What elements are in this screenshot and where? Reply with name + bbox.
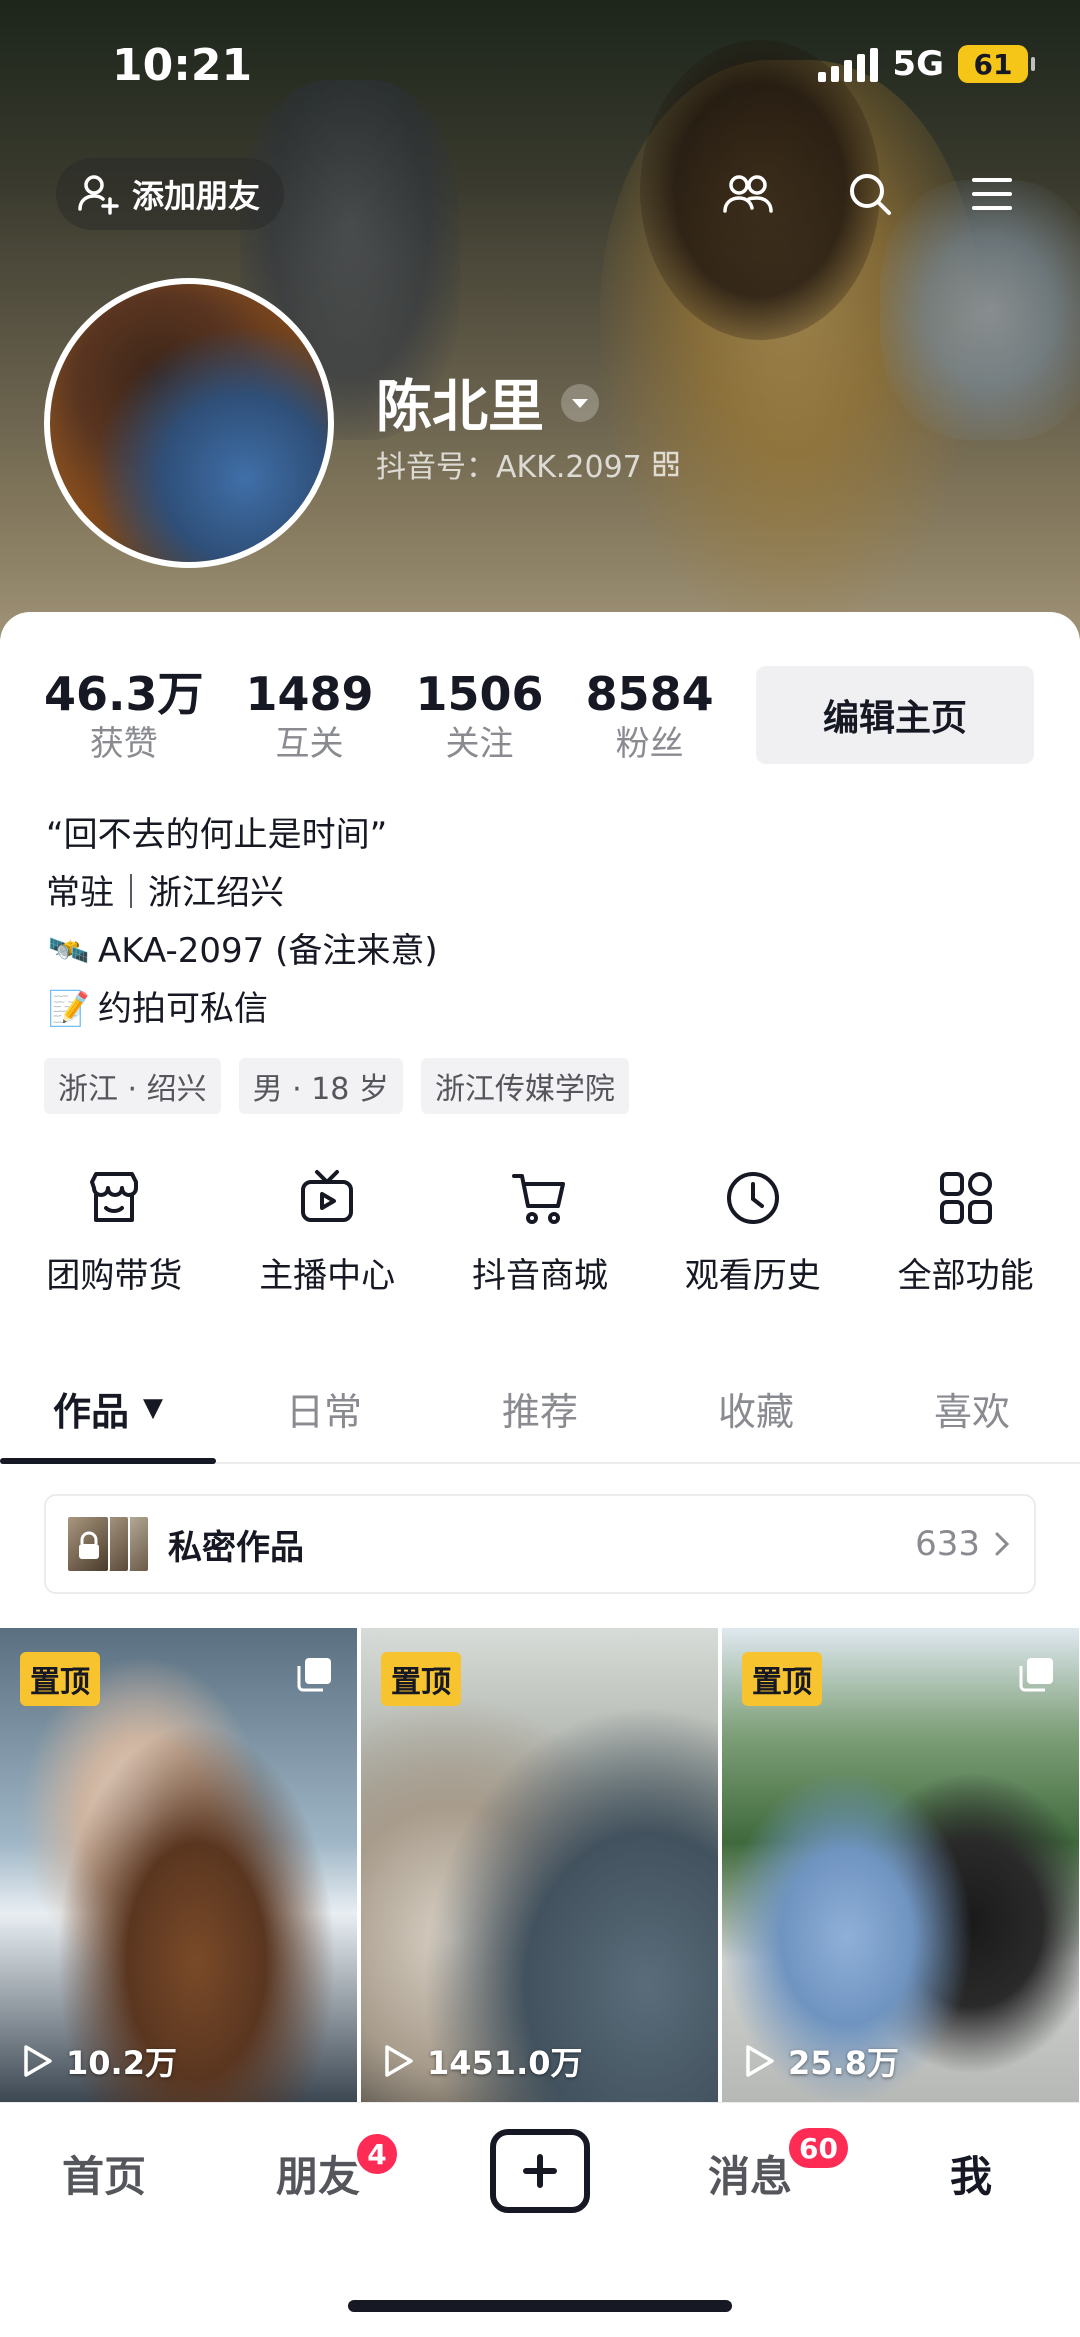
home-indicator: [348, 2300, 732, 2312]
username-row[interactable]: 陈北里: [376, 362, 600, 443]
cart-icon: [511, 1174, 565, 1224]
plus-icon: [523, 2154, 557, 2188]
image-set-icon: [1019, 1658, 1053, 1692]
image-set-icon: [297, 1658, 331, 1692]
signal-icon: [818, 46, 879, 82]
battery-icon: 61: [958, 45, 1035, 83]
search-icon: [850, 174, 891, 215]
menu-button[interactable]: [956, 158, 1028, 230]
messages-badge: 60: [786, 2125, 851, 2171]
play-icon: [24, 2045, 52, 2077]
grid-icon: [939, 1172, 992, 1224]
func-streamer-center[interactable]: 主播中心: [232, 1168, 422, 1297]
lock-icon: [79, 1531, 99, 1559]
tv-icon: [301, 1170, 354, 1222]
video-thumbnail[interactable]: 置顶 1451.0万: [361, 1628, 718, 2104]
tab-favorites[interactable]: 收藏: [648, 1354, 864, 1462]
chevron-right-icon: [995, 1532, 1010, 1556]
video-thumbnail[interactable]: 置顶 25.8万: [722, 1628, 1079, 2104]
avatar[interactable]: [44, 278, 334, 568]
tag-school[interactable]: 浙江传媒学院: [420, 1058, 629, 1114]
profile-tags: 浙江 · 绍兴 男 · 18 岁 浙江传媒学院: [44, 1058, 629, 1114]
status-indicators: 5G 61: [818, 44, 1035, 84]
add-user-icon: [78, 175, 119, 215]
video-thumbnail[interactable]: 置顶 10.2万: [0, 1628, 357, 2104]
edit-profile-button[interactable]: 编辑主页: [756, 666, 1034, 764]
private-works-count: 633: [915, 1524, 980, 1564]
network-type: 5G: [892, 44, 944, 84]
content-tabs: 作品 ▼ 日常 推荐 收藏 喜欢: [0, 1354, 1080, 1464]
shop-icon: [90, 1172, 139, 1222]
douyin-id-row[interactable]: 抖音号：AKK.2097: [376, 442, 680, 486]
qr-code-icon[interactable]: [652, 450, 680, 478]
account-switch-icon[interactable]: [560, 383, 600, 423]
friends-visitors-button[interactable]: [712, 158, 784, 230]
private-works-label: 私密作品: [168, 1527, 304, 1568]
pinned-badge: 置顶: [20, 1652, 100, 1706]
create-button[interactable]: [490, 2129, 590, 2213]
bio[interactable]: “回不去的何止是时间” 常驻｜浙江绍兴 🛰️ AKA-2097 (备注来意) 📝…: [46, 806, 438, 1038]
nav-me[interactable]: 我: [950, 2143, 992, 2204]
douyin-id: 抖音号：AKK.2097: [376, 450, 642, 485]
memo-icon: 📝: [47, 989, 91, 1029]
people-icon: [723, 175, 773, 213]
private-works-entry[interactable]: 私密作品 633: [44, 1494, 1036, 1594]
play-count: 1451.0万: [381, 2038, 583, 2084]
play-count: 25.8万: [742, 2038, 899, 2084]
function-shortcuts: 团购带货 主播中心 抖音商城 观看历史 全部功能: [0, 1168, 1080, 1297]
func-group-buy[interactable]: 团购带货: [19, 1168, 209, 1297]
bio-line: 约拍可私信: [98, 989, 268, 1029]
friends-badge: 4: [354, 2131, 400, 2177]
tag-gender-age[interactable]: 男 · 18 岁: [238, 1058, 403, 1114]
menu-icon: [972, 178, 1012, 210]
tab-daily[interactable]: 日常: [216, 1354, 432, 1462]
bio-line: AKA-2097 (备注来意): [98, 931, 438, 971]
nav-friends[interactable]: 朋友: [276, 2143, 360, 2204]
profile-card: 46.3万 获赞 1489 互关 1506 关注 8584 粉丝 编辑主页 “回…: [0, 612, 1080, 2104]
tab-likes[interactable]: 喜欢: [864, 1354, 1080, 1462]
func-all-features[interactable]: 全部功能: [871, 1168, 1061, 1297]
play-icon: [385, 2045, 413, 2077]
bio-line: 常驻｜浙江绍兴: [46, 873, 284, 913]
play-count: 10.2万: [20, 2038, 177, 2084]
func-douyin-mall[interactable]: 抖音商城: [445, 1168, 635, 1297]
bio-line: “回不去的何止是时间”: [46, 815, 388, 855]
func-watch-history[interactable]: 观看历史: [658, 1168, 848, 1297]
stat-following[interactable]: 1506 关注: [416, 666, 544, 766]
stat-followers[interactable]: 8584 粉丝: [586, 666, 714, 766]
stat-likes[interactable]: 46.3万 获赞: [44, 666, 204, 766]
private-works-thumbnails: [66, 1515, 150, 1573]
tab-works[interactable]: 作品 ▼: [0, 1354, 216, 1464]
clock-icon: [726, 1172, 779, 1224]
nav-home[interactable]: 首页: [62, 2143, 146, 2204]
add-friend-button[interactable]: 添加朋友: [56, 158, 285, 230]
works-grid: 置顶 10.2万 置顶 1451.0万 置顶 25.8万: [0, 1628, 1080, 2104]
add-friend-label: 添加朋友: [132, 177, 261, 215]
tag-location[interactable]: 浙江 · 绍兴: [44, 1058, 221, 1114]
play-icon: [746, 2045, 774, 2077]
nav-messages[interactable]: 消息: [708, 2143, 792, 2204]
search-button[interactable]: [834, 158, 906, 230]
stats-row: 46.3万 获赞 1489 互关 1506 关注 8584 粉丝: [44, 666, 754, 766]
pinned-badge: 置顶: [381, 1652, 461, 1706]
stat-mutual[interactable]: 1489 互关: [246, 666, 374, 766]
tab-recommend[interactable]: 推荐: [432, 1354, 648, 1462]
satellite-icon: 🛰️: [47, 931, 91, 971]
caret-down-icon: ▼: [143, 1393, 163, 1423]
pinned-badge: 置顶: [742, 1652, 822, 1706]
username: 陈北里: [376, 375, 544, 440]
status-time: 10:21: [112, 40, 253, 91]
